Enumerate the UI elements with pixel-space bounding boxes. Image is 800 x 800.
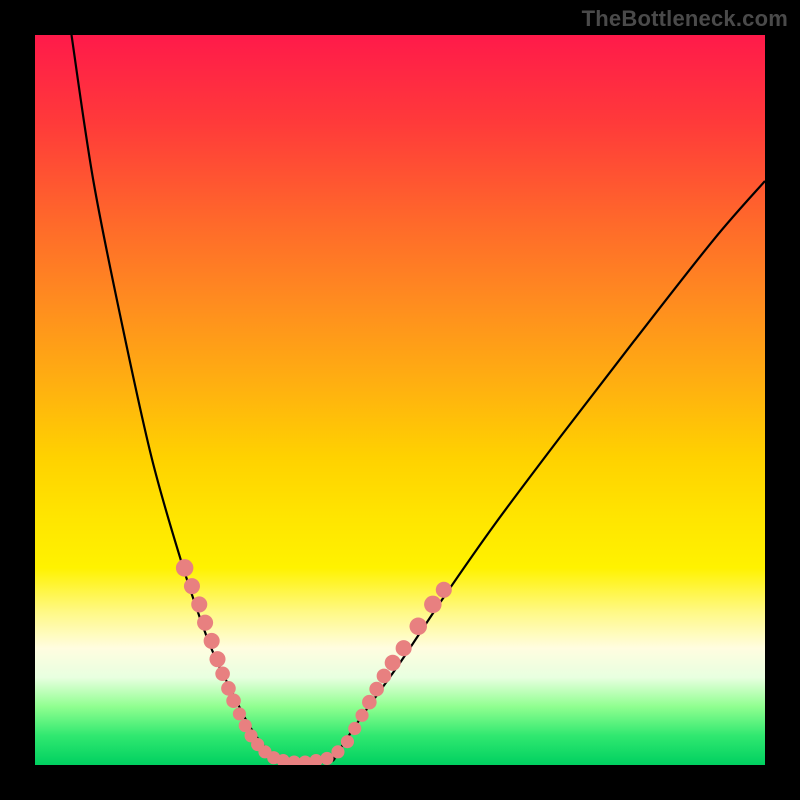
chart-frame: TheBottleneck.com — [0, 0, 800, 800]
data-dot — [221, 681, 236, 696]
data-dot — [209, 651, 225, 667]
plot-area — [35, 35, 765, 765]
data-dot — [436, 582, 452, 598]
data-dot — [320, 752, 333, 765]
data-dot — [348, 722, 361, 735]
data-dot — [424, 596, 442, 614]
data-dot — [233, 707, 246, 720]
data-dot — [409, 618, 427, 636]
data-dot — [331, 745, 344, 758]
data-dot — [204, 633, 220, 649]
data-dot — [191, 596, 207, 612]
data-dot — [184, 578, 200, 594]
watermark-text: TheBottleneck.com — [582, 6, 788, 32]
data-dot — [226, 693, 241, 708]
data-dot — [341, 735, 354, 748]
data-dot — [197, 615, 213, 631]
curve-group — [72, 35, 766, 762]
data-dot — [362, 695, 377, 710]
data-dot — [369, 682, 384, 697]
data-dot — [385, 655, 401, 671]
data-dot — [215, 666, 230, 681]
dot-group — [176, 559, 452, 765]
data-dot — [176, 559, 194, 577]
data-dot — [396, 640, 412, 656]
bottleneck-curve — [72, 35, 766, 762]
curve-layer — [35, 35, 765, 765]
data-dot — [377, 669, 392, 684]
data-dot — [355, 709, 368, 722]
